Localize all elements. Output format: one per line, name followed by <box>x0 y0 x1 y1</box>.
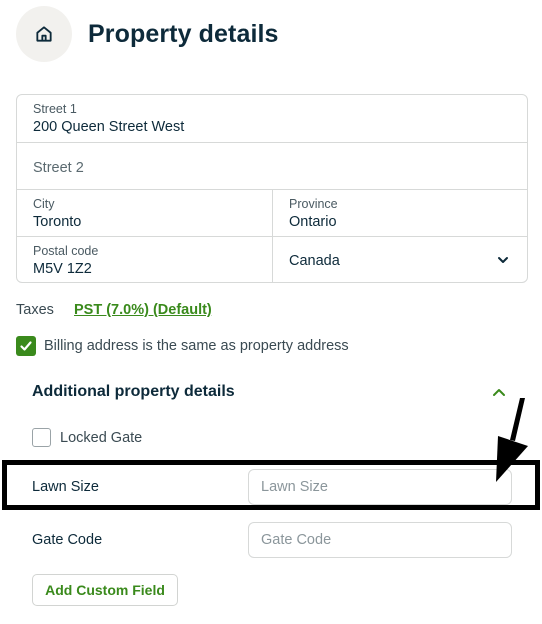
city-value[interactable]: Toronto <box>33 214 81 230</box>
page-header: Property details <box>16 6 279 62</box>
postal-code-value[interactable]: M5V 1Z2 <box>33 261 92 277</box>
annotation-arrow-icon <box>496 398 528 482</box>
additional-details-title: Additional property details <box>32 383 235 400</box>
postal-code-label: Postal code <box>33 244 99 258</box>
street2-placeholder[interactable]: Street 2 <box>33 160 84 176</box>
check-icon <box>20 341 32 351</box>
address-form: Street 1 200 Queen Street West Street 2 … <box>16 94 528 283</box>
postal-code-field[interactable]: Postal code M5V 1Z2 <box>17 237 272 283</box>
gate-code-label: Gate Code <box>32 532 103 548</box>
billing-same-checkbox-row[interactable]: Billing address is the same as property … <box>16 336 349 356</box>
billing-same-label: Billing address is the same as property … <box>44 338 349 354</box>
locked-gate-label: Locked Gate <box>60 429 143 446</box>
lawn-size-label: Lawn Size <box>32 479 99 495</box>
street1-field[interactable]: Street 1 200 Queen Street West <box>17 95 527 142</box>
tax-rate-link[interactable]: PST (7.0%) (Default) <box>74 302 212 318</box>
locked-gate-checkbox[interactable] <box>32 428 51 447</box>
chevron-down-icon[interactable] <box>496 253 510 267</box>
street1-value[interactable]: 200 Queen Street West <box>33 119 184 135</box>
province-field[interactable]: Province Ontario <box>273 190 528 236</box>
gate-code-input[interactable] <box>248 522 512 558</box>
lawn-size-input[interactable] <box>248 469 512 505</box>
page-title: Property details <box>88 19 279 48</box>
taxes-label: Taxes <box>16 302 54 318</box>
country-value[interactable]: Canada <box>289 253 340 269</box>
street2-field[interactable]: Street 2 <box>17 142 527 189</box>
home-button[interactable] <box>16 6 72 62</box>
add-custom-field-button[interactable]: Add Custom Field <box>32 574 178 606</box>
locked-gate-row[interactable]: Locked Gate <box>32 428 142 447</box>
province-value[interactable]: Ontario <box>289 214 337 230</box>
city-label: City <box>33 197 55 211</box>
street1-label: Street 1 <box>33 102 77 116</box>
billing-same-checkbox[interactable] <box>16 336 36 356</box>
country-select[interactable]: Canada <box>273 237 528 283</box>
city-field[interactable]: City Toronto <box>17 190 272 236</box>
home-icon <box>36 26 52 42</box>
province-label: Province <box>289 197 338 211</box>
